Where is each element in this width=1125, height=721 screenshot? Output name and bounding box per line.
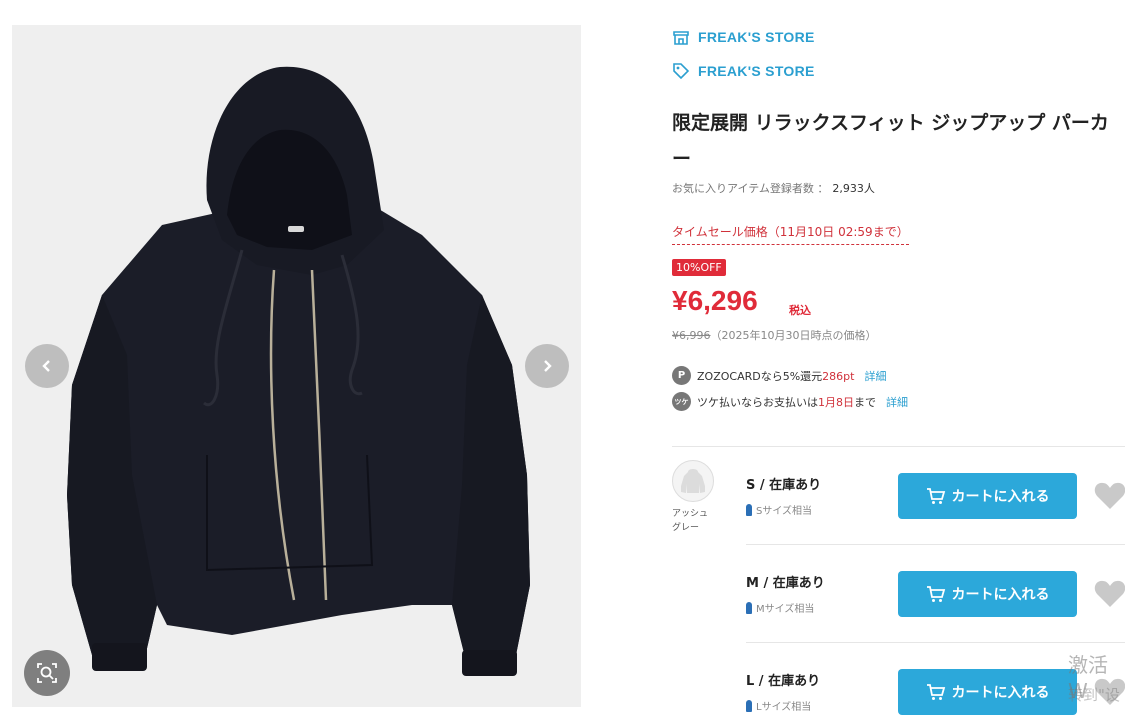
hoodie-thumbnail-icon — [681, 469, 705, 493]
prev-image-button[interactable] — [25, 344, 69, 388]
add-to-cart-s-button[interactable]: カートに入れる — [898, 473, 1077, 519]
store-icon — [673, 31, 689, 45]
zoom-search-icon — [37, 663, 57, 683]
discount-badge: 10%OFF — [672, 259, 726, 276]
activation-watermark-subtext: 转到"设 — [1068, 686, 1120, 704]
favorite-count: お気に入りアイテム登録者数 ： 2,933人 — [672, 180, 875, 196]
size-l-label: L / 在庫あり — [746, 674, 821, 689]
time-sale-label[interactable]: タイムセール価格（11月10日 02:59まで） — [672, 223, 909, 245]
product-title: 限定展開 リラックスフィット ジップアップ パーカー — [672, 112, 1109, 170]
promo-detail-link[interactable]: 詳細 — [864, 368, 886, 384]
person-icon — [746, 503, 752, 516]
points-icon: P — [672, 366, 691, 385]
cart-icon — [926, 684, 945, 700]
add-to-cart-l-button[interactable]: カートに入れる — [898, 669, 1077, 715]
favorite-heart-icon[interactable] — [1094, 481, 1125, 511]
tag-icon — [673, 63, 690, 80]
favorite-count-value: 2,933人 — [832, 182, 875, 195]
divider — [746, 642, 1125, 643]
brand-link[interactable]: FREAK'S STORE — [672, 62, 815, 80]
product-info-panel: FREAK'S STORE FREAK'S STORE 限定展開 リラックスフィ… — [672, 0, 1125, 721]
divider — [672, 446, 1125, 447]
favorite-count-label: お気に入りアイテム登録者数 ： — [672, 182, 829, 195]
color-name: アッシュグレー — [672, 509, 709, 533]
divider — [746, 544, 1125, 545]
promo-detail-link[interactable]: 詳細 — [886, 394, 908, 410]
original-price: ¥6,996 — [672, 329, 711, 342]
zoom-image-button[interactable] — [24, 650, 70, 696]
chevron-left-icon — [42, 360, 50, 372]
size-s-hint: Sサイズ相当 — [746, 502, 812, 517]
cart-icon — [926, 586, 945, 602]
person-icon — [746, 601, 752, 614]
add-to-cart-label: カートに入れる — [951, 587, 1050, 603]
size-s-label: S / 在庫あり — [746, 478, 822, 493]
add-to-cart-label: カートに入れる — [951, 685, 1050, 701]
product-image-gallery[interactable] — [12, 25, 581, 707]
tsuke-promo: ツケ ツケ払いならお支払いは1月8日まで 詳細 — [672, 392, 908, 411]
zozocard-promo: P ZOZOCARDなら5%還元286pt 詳細 — [672, 366, 886, 385]
chevron-right-icon — [544, 360, 552, 372]
favorite-heart-icon[interactable] — [1094, 579, 1125, 609]
color-swatch[interactable] — [672, 460, 714, 502]
brand-name: FREAK'S STORE — [698, 63, 815, 79]
next-image-button[interactable] — [525, 344, 569, 388]
person-icon — [746, 699, 752, 712]
promo-text: ツケ払いならお支払いは1月8日まで — [697, 395, 876, 409]
tax-label: 税込 — [789, 304, 811, 317]
product-photo-hoodie — [12, 25, 581, 707]
cart-icon — [926, 488, 945, 504]
original-price-row: ¥6,996（2025年10月30日時点の価格） — [672, 327, 877, 343]
add-to-cart-m-button[interactable]: カートに入れる — [898, 571, 1077, 617]
shop-link[interactable]: FREAK'S STORE — [672, 28, 815, 46]
promo-text: ZOZOCARDなら5%還元286pt — [697, 369, 855, 383]
tsuke-icon: ツケ — [672, 392, 691, 411]
sale-price: ¥6,296 — [672, 285, 758, 316]
original-price-note: （2025年10月30日時点の価格） — [710, 329, 877, 342]
size-l-hint: Lサイズ相当 — [746, 698, 811, 713]
shop-name: FREAK'S STORE — [698, 29, 815, 45]
size-m-hint: Mサイズ相当 — [746, 600, 814, 615]
size-m-label: M / 在庫あり — [746, 576, 825, 591]
add-to-cart-label: カートに入れる — [951, 489, 1050, 505]
